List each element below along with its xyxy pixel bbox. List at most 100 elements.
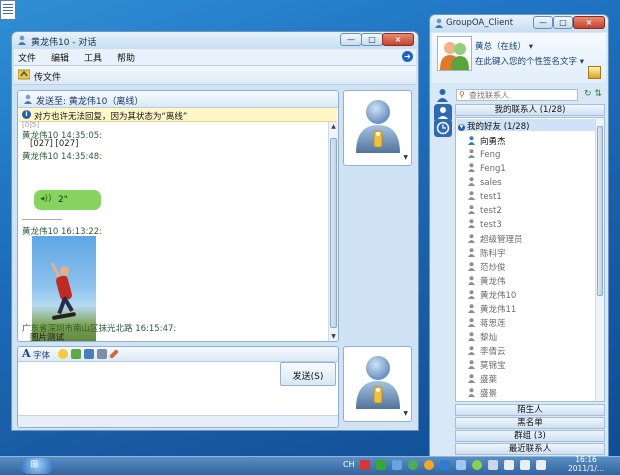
voice-message[interactable]: ◂)) 2" [34,190,101,210]
friends-group-label: 我的好友 (1/28) [467,122,530,132]
search-icon: ⚲ [459,90,465,99]
contact-item[interactable]: 范炒俊 [468,261,506,274]
search-box[interactable]: ⚲ [456,89,578,101]
message-header: 黄龙伟10 14:35:48: [22,152,103,162]
send-button[interactable]: 发送(S) [280,362,336,386]
screenshot-icon[interactable] [84,349,94,359]
contact-name: 黎灿 [480,333,498,343]
scroll-down-icon[interactable]: ▼ [329,332,338,341]
maximize-button[interactable]: □ [553,16,573,29]
contact-item[interactable]: Feng1 [468,163,506,176]
contact-item[interactable]: sales [468,177,502,190]
group-recent[interactable]: 最近联系人 [455,443,605,455]
status-dropdown-icon[interactable]: ▾ [529,42,533,52]
collapse-icon[interactable]: ▼ [458,124,465,131]
shield-icon[interactable] [376,460,386,470]
refresh-icon[interactable]: ↻ ⇅ [584,89,602,99]
offline-user-icon [468,219,475,228]
contacts-tab-icon[interactable] [435,88,450,102]
my-avatar-panel[interactable]: ▼ [343,346,412,422]
contact-item[interactable]: 莫锦宝 [468,359,506,372]
network-icon[interactable] [392,460,402,470]
app-tray-icon[interactable] [424,460,434,470]
brush-icon[interactable] [109,349,119,359]
menu-edit[interactable]: 编辑 [51,51,69,64]
windows-logo-icon: ⊞ [30,459,39,470]
picture-icon[interactable] [71,349,81,359]
group-groups[interactable]: 群组 (3) [455,430,605,442]
minimize-button[interactable]: — [340,33,362,46]
clock[interactable]: 16:16 2011/1/... [568,455,604,473]
contact-item[interactable]: 黄龙伟 [468,275,506,288]
contact-item[interactable]: 盛葉 [468,373,497,386]
contacts-title-bar[interactable]: GroupOA_Client — □ × [430,15,608,32]
my-avatar-icon [356,356,400,409]
app-tray-icon[interactable] [408,460,418,470]
language-indicator[interactable]: CH [343,460,355,469]
scroll-up-icon[interactable]: ▲ [329,122,338,131]
contact-item[interactable]: 黎灿 [468,331,497,344]
offline-user-icon [468,205,475,214]
menu-file[interactable]: 文件 [18,51,36,64]
chat-title-bar[interactable]: 黄龙伟10 - 对话 — □ × [12,32,418,49]
app-tray-icon[interactable] [456,460,466,470]
contact-item[interactable]: 超级管理员 [468,233,523,246]
chevron-down-icon[interactable]: ▼ [403,154,408,161]
group-blacklist[interactable]: 黑名单 [455,417,605,429]
font-button[interactable]: 字体 [33,349,50,361]
power-icon[interactable] [520,460,530,470]
app-tray-icon[interactable] [488,460,498,470]
send-file-button[interactable]: 传文件 [34,70,61,83]
menu-help[interactable]: 帮助 [117,51,135,64]
contact-item[interactable]: Feng [468,149,500,162]
contact-item[interactable]: 陈科宇 [468,247,506,260]
message-cut-text: [0]5] [22,121,40,129]
offline-user-icon [468,163,475,172]
emoticon-icon[interactable] [58,349,68,359]
mailbox-icon[interactable] [588,66,601,79]
volume-icon[interactable] [504,460,514,470]
profile-name[interactable]: 黄总（在线） ▾ [475,40,533,52]
history-side-tab-icon[interactable] [434,119,452,137]
contact-avatar-panel[interactable]: ▼ [343,90,412,166]
close-button[interactable]: × [573,16,605,29]
signature-field[interactable]: 在此键入您的个性签名文字 ▾ [475,55,584,67]
forward-arrow-icon[interactable]: ➜ [402,51,413,62]
contact-item[interactable]: test2 [468,205,502,218]
my-contacts-header[interactable]: 我的联系人 (1/28) [455,104,605,116]
flag-icon[interactable] [536,460,546,470]
app-tray-icon[interactable] [440,460,450,470]
group-strangers[interactable]: 陌生人 [455,404,605,416]
menu-tools[interactable]: 工具 [84,51,102,64]
contact-name: Feng [480,150,501,160]
search-input[interactable] [469,90,574,100]
minimize-button[interactable]: — [533,16,553,29]
contact-name: test2 [480,206,502,216]
offline-user-icon [468,177,475,186]
ime-icon[interactable] [360,460,370,470]
contact-item[interactable]: 黄龙伟11 [468,303,516,316]
maximize-button[interactable]: □ [361,33,383,46]
contact-item[interactable]: test3 [468,219,502,232]
contact-item[interactable]: test1 [468,191,502,204]
friends-group-toggle[interactable]: ▼ 我的好友 (1/28) [458,120,530,132]
contact-item[interactable]: 盛景 [468,387,497,400]
font-icon[interactable]: A [22,347,31,360]
offline-user-icon [468,290,475,299]
contact-item[interactable]: 蒋思莲 [468,317,506,330]
image-insert-icon[interactable] [97,349,107,359]
scroll-thumb[interactable] [330,138,337,328]
close-button[interactable]: × [382,33,414,46]
scroll-thumb[interactable] [597,126,603,296]
profile-avatar-icon[interactable] [437,36,472,71]
contact-item[interactable]: 李倩云 [468,345,506,358]
contact-name: 黄龙伟 [480,277,506,287]
contact-item[interactable]: 黄龙伟10 [468,289,516,302]
chevron-down-icon[interactable]: ▼ [403,410,408,417]
desktop-document-icon[interactable] [0,0,16,20]
app-tray-icon[interactable] [472,460,482,470]
contact-item[interactable]: 向勇杰 [468,135,506,148]
contact-scrollbar[interactable] [595,118,604,401]
conversation-scrollbar[interactable]: ▲ ▼ [328,122,338,341]
start-button[interactable]: ⊞ [21,458,53,474]
